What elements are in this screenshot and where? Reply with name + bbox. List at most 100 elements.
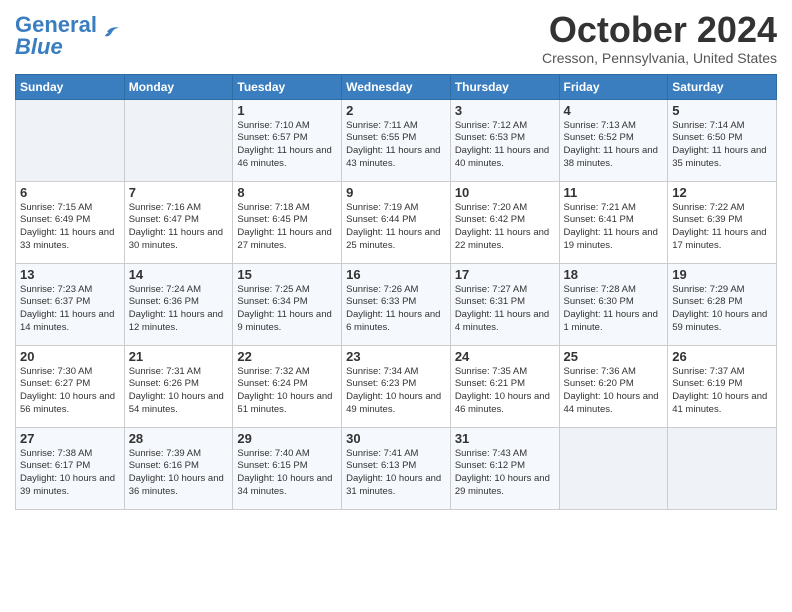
day-info: Sunrise: 7:35 AM Sunset: 6:21 PM Dayligh…: [455, 366, 555, 417]
calendar-cell: 10 Sunrise: 7:20 AM Sunset: 6:42 PM Dayli…: [450, 181, 559, 263]
day-info: Sunrise: 7:37 AM Sunset: 6:19 PM Dayligh…: [672, 366, 772, 417]
day-number: 24: [455, 349, 555, 364]
calendar-cell: 18 Sunrise: 7:28 AM Sunset: 6:30 PM Dayli…: [559, 263, 668, 345]
day-number: 21: [129, 349, 229, 364]
calendar-cell: 24 Sunrise: 7:35 AM Sunset: 6:21 PM Dayli…: [450, 345, 559, 427]
calendar-cell: 8 Sunrise: 7:18 AM Sunset: 6:45 PM Daylig…: [233, 181, 342, 263]
day-info: Sunrise: 7:29 AM Sunset: 6:28 PM Dayligh…: [672, 284, 772, 335]
title-area: October 2024 Cresson, Pennsylvania, Unit…: [542, 10, 777, 66]
day-number: 15: [237, 267, 337, 282]
day-info: Sunrise: 7:24 AM Sunset: 6:36 PM Dayligh…: [129, 284, 229, 335]
column-header-monday: Monday: [124, 74, 233, 99]
day-info: Sunrise: 7:20 AM Sunset: 6:42 PM Dayligh…: [455, 202, 555, 253]
logo-text: GeneralBlue: [15, 14, 97, 58]
day-info: Sunrise: 7:41 AM Sunset: 6:13 PM Dayligh…: [346, 448, 446, 499]
column-header-friday: Friday: [559, 74, 668, 99]
day-info: Sunrise: 7:15 AM Sunset: 6:49 PM Dayligh…: [20, 202, 120, 253]
day-number: 12: [672, 185, 772, 200]
calendar-cell: 23 Sunrise: 7:34 AM Sunset: 6:23 PM Dayli…: [342, 345, 451, 427]
calendar-cell: 30 Sunrise: 7:41 AM Sunset: 6:13 PM Dayli…: [342, 427, 451, 509]
calendar-cell: 21 Sunrise: 7:31 AM Sunset: 6:26 PM Dayli…: [124, 345, 233, 427]
day-info: Sunrise: 7:43 AM Sunset: 6:12 PM Dayligh…: [455, 448, 555, 499]
calendar-cell: 17 Sunrise: 7:27 AM Sunset: 6:31 PM Dayli…: [450, 263, 559, 345]
logo: GeneralBlue: [15, 14, 121, 58]
calendar-cell: 1Sunrise: 7:10 AM Sunset: 6:57 PM Daylig…: [233, 99, 342, 181]
day-number: 8: [237, 185, 337, 200]
calendar-week-row: 6Sunrise: 7:15 AM Sunset: 6:49 PM Daylig…: [16, 181, 777, 263]
day-number: 29: [237, 431, 337, 446]
day-info: Sunrise: 7:27 AM Sunset: 6:31 PM Dayligh…: [455, 284, 555, 335]
day-number: 31: [455, 431, 555, 446]
month-title: October 2024: [542, 10, 777, 50]
day-number: 18: [564, 267, 664, 282]
calendar-cell: 28Sunrise: 7:39 AM Sunset: 6:16 PM Dayli…: [124, 427, 233, 509]
calendar-cell: 12 Sunrise: 7:22 AM Sunset: 6:39 PM Dayli…: [668, 181, 777, 263]
day-info: Sunrise: 7:11 AM Sunset: 6:55 PM Dayligh…: [346, 120, 446, 171]
calendar-cell: 26 Sunrise: 7:37 AM Sunset: 6:19 PM Dayli…: [668, 345, 777, 427]
day-number: 14: [129, 267, 229, 282]
day-number: 25: [564, 349, 664, 364]
day-number: 5: [672, 103, 772, 118]
calendar-cell: [668, 427, 777, 509]
page-header: GeneralBlue October 2024 Cresson, Pennsy…: [15, 10, 777, 66]
day-info: Sunrise: 7:38 AM Sunset: 6:17 PM Dayligh…: [20, 448, 120, 499]
calendar-cell: 22 Sunrise: 7:32 AM Sunset: 6:24 PM Dayli…: [233, 345, 342, 427]
day-info: Sunrise: 7:16 AM Sunset: 6:47 PM Dayligh…: [129, 202, 229, 253]
calendar-cell: 3 Sunrise: 7:12 AM Sunset: 6:53 PM Daylig…: [450, 99, 559, 181]
day-info: Sunrise: 7:19 AM Sunset: 6:44 PM Dayligh…: [346, 202, 446, 253]
day-number: 27: [20, 431, 120, 446]
calendar-header-row: SundayMondayTuesdayWednesdayThursdayFrid…: [16, 74, 777, 99]
day-number: 30: [346, 431, 446, 446]
calendar-cell: [559, 427, 668, 509]
calendar-cell: 19 Sunrise: 7:29 AM Sunset: 6:28 PM Dayli…: [668, 263, 777, 345]
calendar-week-row: 20Sunrise: 7:30 AM Sunset: 6:27 PM Dayli…: [16, 345, 777, 427]
calendar-cell: 16Sunrise: 7:26 AM Sunset: 6:33 PM Dayli…: [342, 263, 451, 345]
calendar-week-row: 27 Sunrise: 7:38 AM Sunset: 6:17 PM Dayli…: [16, 427, 777, 509]
day-info: Sunrise: 7:40 AM Sunset: 6:15 PM Dayligh…: [237, 448, 337, 499]
calendar-cell: 31 Sunrise: 7:43 AM Sunset: 6:12 PM Dayli…: [450, 427, 559, 509]
calendar-week-row: 13Sunrise: 7:23 AM Sunset: 6:37 PM Dayli…: [16, 263, 777, 345]
day-number: 10: [455, 185, 555, 200]
calendar-cell: 20Sunrise: 7:30 AM Sunset: 6:27 PM Dayli…: [16, 345, 125, 427]
calendar-cell: 13Sunrise: 7:23 AM Sunset: 6:37 PM Dayli…: [16, 263, 125, 345]
day-info: Sunrise: 7:12 AM Sunset: 6:53 PM Dayligh…: [455, 120, 555, 171]
column-header-wednesday: Wednesday: [342, 74, 451, 99]
day-info: Sunrise: 7:21 AM Sunset: 6:41 PM Dayligh…: [564, 202, 664, 253]
calendar-cell: 7Sunrise: 7:16 AM Sunset: 6:47 PM Daylig…: [124, 181, 233, 263]
day-info: Sunrise: 7:23 AM Sunset: 6:37 PM Dayligh…: [20, 284, 120, 335]
day-info: Sunrise: 7:18 AM Sunset: 6:45 PM Dayligh…: [237, 202, 337, 253]
day-info: Sunrise: 7:22 AM Sunset: 6:39 PM Dayligh…: [672, 202, 772, 253]
calendar-cell: 14 Sunrise: 7:24 AM Sunset: 6:36 PM Dayli…: [124, 263, 233, 345]
day-number: 17: [455, 267, 555, 282]
day-number: 23: [346, 349, 446, 364]
calendar-week-row: 1Sunrise: 7:10 AM Sunset: 6:57 PM Daylig…: [16, 99, 777, 181]
day-info: Sunrise: 7:14 AM Sunset: 6:50 PM Dayligh…: [672, 120, 772, 171]
day-number: 3: [455, 103, 555, 118]
calendar-cell: 29 Sunrise: 7:40 AM Sunset: 6:15 PM Dayli…: [233, 427, 342, 509]
calendar-cell: 9 Sunrise: 7:19 AM Sunset: 6:44 PM Daylig…: [342, 181, 451, 263]
day-number: 16: [346, 267, 446, 282]
day-info: Sunrise: 7:31 AM Sunset: 6:26 PM Dayligh…: [129, 366, 229, 417]
day-info: Sunrise: 7:32 AM Sunset: 6:24 PM Dayligh…: [237, 366, 337, 417]
calendar-cell: 27 Sunrise: 7:38 AM Sunset: 6:17 PM Dayli…: [16, 427, 125, 509]
day-info: Sunrise: 7:13 AM Sunset: 6:52 PM Dayligh…: [564, 120, 664, 171]
calendar-cell: 11Sunrise: 7:21 AM Sunset: 6:41 PM Dayli…: [559, 181, 668, 263]
day-number: 26: [672, 349, 772, 364]
day-info: Sunrise: 7:34 AM Sunset: 6:23 PM Dayligh…: [346, 366, 446, 417]
day-number: 1: [237, 103, 337, 118]
day-info: Sunrise: 7:36 AM Sunset: 6:20 PM Dayligh…: [564, 366, 664, 417]
calendar-cell: 15 Sunrise: 7:25 AM Sunset: 6:34 PM Dayli…: [233, 263, 342, 345]
day-number: 22: [237, 349, 337, 364]
calendar-cell: 4Sunrise: 7:13 AM Sunset: 6:52 PM Daylig…: [559, 99, 668, 181]
day-info: Sunrise: 7:28 AM Sunset: 6:30 PM Dayligh…: [564, 284, 664, 335]
day-number: 19: [672, 267, 772, 282]
calendar-cell: [16, 99, 125, 181]
day-number: 28: [129, 431, 229, 446]
column-header-thursday: Thursday: [450, 74, 559, 99]
column-header-tuesday: Tuesday: [233, 74, 342, 99]
calendar-table: SundayMondayTuesdayWednesdayThursdayFrid…: [15, 74, 777, 510]
calendar-cell: [124, 99, 233, 181]
calendar-cell: 2Sunrise: 7:11 AM Sunset: 6:55 PM Daylig…: [342, 99, 451, 181]
day-number: 9: [346, 185, 446, 200]
day-info: Sunrise: 7:25 AM Sunset: 6:34 PM Dayligh…: [237, 284, 337, 335]
